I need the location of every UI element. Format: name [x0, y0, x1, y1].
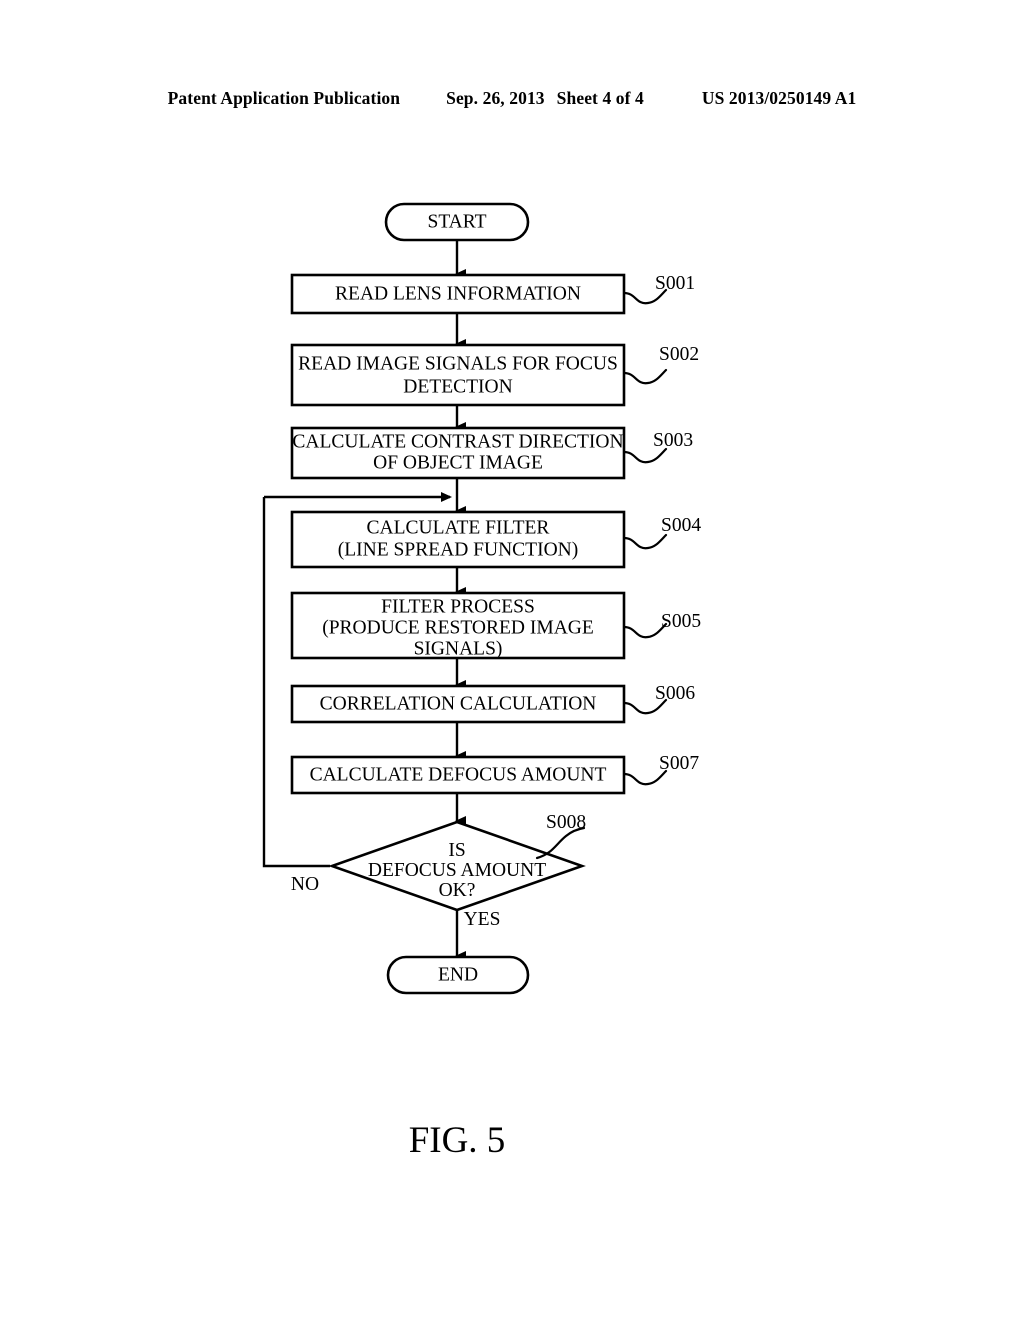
- process-box-s002-line-2: DETECTION: [403, 376, 512, 397]
- process-box-s003: CALCULATE CONTRAST DIRECTION OF OBJECT I…: [290, 426, 626, 480]
- decision-line-1: IS: [448, 840, 465, 861]
- terminator-end-label: END: [438, 964, 478, 985]
- decision-line-2: DEFOCUS AMOUNT: [368, 860, 546, 881]
- branch-label-yes: YES: [464, 909, 501, 930]
- process-box-s002: READ IMAGE SIGNALS FOR FOCUS DETECTION: [290, 343, 626, 407]
- step-ref-s003: S003: [653, 430, 693, 451]
- terminator-start-label: START: [427, 211, 486, 232]
- process-box-s005-line-3: SIGNALS): [414, 638, 503, 659]
- flowchart-figure: START READ LENS INFORMATION S001 READ IM…: [0, 0, 1024, 1320]
- step-ref-s004: S004: [661, 515, 701, 536]
- process-box-s007: CALCULATE DEFOCUS AMOUNT: [290, 755, 626, 795]
- process-box-s004-line-1: CALCULATE FILTER: [367, 517, 550, 538]
- process-box-s003-line-2: OF OBJECT IMAGE: [373, 452, 543, 473]
- step-ref-s005: S005: [661, 611, 701, 632]
- leader-s004: [622, 533, 668, 550]
- decision-line-3: OK?: [439, 880, 476, 901]
- process-box-s001-line-1: READ LENS INFORMATION: [335, 283, 581, 304]
- process-box-s004-line-2: (LINE SPREAD FUNCTION): [338, 539, 579, 560]
- process-box-s006-line-1: CORRELATION CALCULATION: [320, 693, 597, 714]
- process-box-s001: READ LENS INFORMATION: [290, 273, 626, 315]
- process-box-s006: CORRELATION CALCULATION: [290, 684, 626, 724]
- leader-s005: [622, 622, 668, 639]
- process-box-s007-line-1: CALCULATE DEFOCUS AMOUNT: [310, 764, 607, 785]
- terminator-start: START: [384, 202, 530, 242]
- terminator-end: END: [386, 955, 530, 995]
- process-box-s005-line-2: (PRODUCE RESTORED IMAGE: [322, 617, 594, 638]
- figure-caption: FIG. 5: [409, 1120, 506, 1161]
- process-box-s004: CALCULATE FILTER (LINE SPREAD FUNCTION): [290, 510, 626, 569]
- step-ref-s007: S007: [659, 753, 699, 774]
- leader-s002: [622, 368, 668, 385]
- process-box-s005: FILTER PROCESS (PRODUCE RESTORED IMAGE S…: [290, 591, 626, 659]
- step-ref-s008: S008: [546, 812, 586, 833]
- process-box-s003-line-1: CALCULATE CONTRAST DIRECTION: [292, 431, 623, 452]
- decision-diamond-s008: IS DEFOCUS AMOUNT OK?: [328, 820, 586, 912]
- step-ref-s006: S006: [655, 683, 695, 704]
- step-ref-s001: S001: [655, 273, 695, 294]
- branch-label-no: NO: [291, 874, 319, 895]
- process-box-s002-line-1: READ IMAGE SIGNALS FOR FOCUS: [298, 353, 618, 374]
- process-box-s005-line-1: FILTER PROCESS: [381, 596, 535, 617]
- step-ref-s002: S002: [659, 344, 699, 365]
